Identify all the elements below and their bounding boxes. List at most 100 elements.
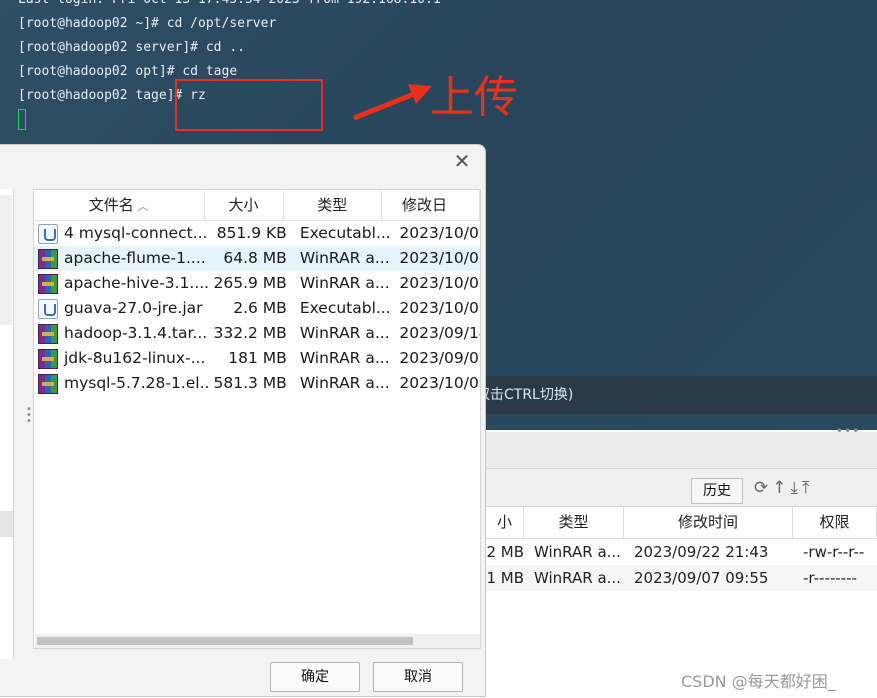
file-row[interactable]: 4 mysql-connect... 851.9 KB Executabl... 20… [34, 221, 480, 246]
file-name-cell: apache-flume-1.... [34, 246, 208, 271]
remote-table-header: 小 类型 修改时间 权限 [486, 507, 877, 539]
winrar-archive-icon [38, 323, 58, 344]
column-type[interactable]: 类型 [284, 190, 382, 220]
nav-scrollbar[interactable] [0, 195, 12, 325]
java-jar-icon [38, 223, 58, 244]
file-type: WinRAR a... [299, 274, 390, 292]
column-permission[interactable]: 权限 [793, 507, 877, 538]
watermark: CSDN @每天都好困_ [681, 672, 836, 691]
file-name: hadoop-3.1.4.tar.... [64, 324, 209, 342]
cell-modified: 2023/09/22 21:43 [634, 543, 769, 561]
file-name: apache-hive-3.1.... [64, 274, 209, 292]
cell-permission: -rw-r--r-- [803, 543, 865, 561]
file-modified: 2023/10/07 [399, 374, 480, 392]
column-modified[interactable]: 修改时间 [624, 507, 793, 538]
terminal-line: Last login: Fri Oct 13 17:45:54 2023 fro… [18, 0, 441, 12]
cell-type: WinRAR a... [534, 543, 621, 561]
file-size: 851.9 KB [216, 224, 287, 242]
column-type[interactable]: 类型 [524, 507, 624, 538]
file-row[interactable]: apache-hive-3.1.... 265.9 MB WinRAR a... 20… [34, 271, 480, 296]
scrollbar-thumb[interactable] [37, 637, 413, 645]
column-name[interactable]: 文件名 ︿ [34, 190, 205, 220]
remote-file-panel: 历史 ⟳↑⤓⤒ 小 类型 修改时间 权限 2 MB WinRAR a... 20… [486, 432, 877, 698]
file-size: 64.8 MB [223, 249, 287, 267]
file-name: 4 mysql-connect... [64, 224, 208, 242]
file-modified: 2023/10/07 [399, 249, 480, 267]
file-size: 181 MB [228, 349, 287, 367]
file-name-cell: mysql-5.7.28-1.el... [34, 371, 208, 396]
file-name: jdk-8u162-linux-... [64, 349, 206, 367]
java-jar-icon [38, 298, 58, 319]
panel-toolbar: ⟳↑⤓⤒ [754, 478, 814, 498]
file-size: 265.9 MB [213, 274, 287, 292]
winrar-archive-icon [38, 348, 58, 369]
history-button[interactable]: 历史 [691, 478, 743, 504]
file-rows: 4 mysql-connect... 851.9 KB Executabl... 20… [34, 221, 480, 396]
column-size[interactable]: 小 [486, 507, 524, 538]
file-size: 332.2 MB [213, 324, 287, 342]
terminal-cursor [18, 109, 26, 130]
table-row[interactable]: 2 MB WinRAR a... 2023/09/22 21:43 -rw-r-… [486, 539, 877, 565]
file-type: Executabl... [299, 299, 390, 317]
column-name-label: 文件名 [88, 196, 134, 214]
upload-annotation: 上传 [430, 72, 518, 123]
file-name-cell: guava-27.0-jre.jar [34, 296, 208, 321]
file-name-cell: apache-hive-3.1.... [34, 271, 208, 296]
file-modified: 2023/10/09 [399, 299, 480, 317]
file-type: WinRAR a... [299, 374, 390, 392]
file-list-header: 文件名 ︿ 大小 类型 修改日 [34, 190, 480, 221]
ok-button[interactable]: 确定 [270, 662, 360, 692]
navigation-pane[interactable] [0, 189, 14, 659]
file-modified: 2023/10/09 [399, 224, 480, 242]
file-name: mysql-5.7.28-1.el... [64, 374, 209, 392]
highlight-rectangle [175, 79, 323, 131]
download-icon[interactable]: ⤓ [791, 478, 803, 498]
arrow-icon [353, 84, 432, 121]
up-icon[interactable]: ↑ [772, 478, 790, 498]
cancel-button[interactable]: 取消 [373, 662, 463, 692]
cell-size: 1 MB [486, 569, 524, 587]
file-open-dialog: ✕ • • • 文件名 ︿ 大小 类型 修改日 4 mysql-connect... 8… [0, 144, 486, 697]
sort-ascending-icon: ︿ [137, 200, 149, 213]
file-row[interactable]: mysql-5.7.28-1.el... 581.3 MB WinRAR a... 2… [34, 371, 480, 396]
file-name-cell: 4 mysql-connect... [34, 221, 208, 246]
file-name-cell: hadoop-3.1.4.tar.... [34, 321, 208, 346]
file-row[interactable]: jdk-8u162-linux-... 181 MB WinRAR a... 2023… [34, 346, 480, 371]
file-type: Executabl... [299, 224, 390, 242]
file-name-cell: jdk-8u162-linux-... [34, 346, 208, 371]
table-row[interactable]: 1 MB WinRAR a... 2023/09/07 09:55 -r----… [486, 565, 877, 591]
file-size: 581.3 MB [213, 374, 287, 392]
terminal-line: [root@hadoop02 server]# cd .. [18, 40, 245, 55]
close-icon[interactable]: ✕ [451, 150, 473, 172]
refresh-icon[interactable]: ⟳ [754, 478, 772, 498]
winrar-archive-icon [38, 248, 58, 269]
file-name: apache-flume-1.... [64, 249, 206, 267]
file-row[interactable]: hadoop-3.1.4.tar.... 332.2 MB WinRAR a... 2… [34, 321, 480, 346]
winrar-archive-icon [38, 373, 58, 394]
file-type: WinRAR a... [299, 324, 390, 342]
hint-bar: 双击CTRL切换) [476, 376, 877, 414]
splitter-handle[interactable]: • • • [26, 405, 32, 427]
file-modified: 2023/10/09 [399, 274, 480, 292]
terminal-line: [root@hadoop02 ~]# cd /opt/server [18, 16, 277, 31]
cell-type: WinRAR a... [534, 569, 621, 587]
column-size[interactable]: 大小 [205, 190, 284, 220]
cell-permission: -r-------- [803, 569, 857, 587]
winrar-archive-icon [38, 273, 58, 294]
file-name: guava-27.0-jre.jar [64, 299, 203, 317]
file-row[interactable]: apache-flume-1.... 64.8 MB WinRAR a... 2023… [34, 246, 480, 271]
nav-selected-item[interactable] [0, 511, 13, 537]
file-size: 2.6 MB [233, 299, 287, 317]
file-modified: 2023/09/07 [399, 349, 480, 367]
upload-icon[interactable]: ⤒ [802, 478, 814, 498]
file-list: 文件名 ︿ 大小 类型 修改日 4 mysql-connect... 851.9 K… [33, 189, 481, 649]
file-type: WinRAR a... [299, 249, 390, 267]
file-row[interactable]: guava-27.0-jre.jar 2.6 MB Executabl... 2023… [34, 296, 480, 321]
column-modified[interactable]: 修改日 [382, 190, 480, 220]
cell-size: 2 MB [486, 543, 524, 561]
horizontal-scrollbar[interactable] [35, 634, 480, 648]
file-modified: 2023/09/14 [399, 324, 480, 342]
file-type: WinRAR a... [299, 349, 390, 367]
panel-strip [486, 432, 877, 469]
hint-text: 双击CTRL切换) [476, 387, 574, 403]
